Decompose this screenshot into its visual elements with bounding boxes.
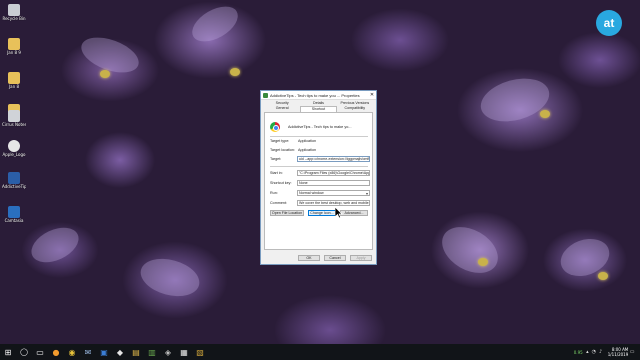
start-in-field[interactable]: "C:\Program Files (x86)\Google\Chrome\Ap… xyxy=(297,170,370,176)
app-name: AddictiveTips - Tech tips to make yo... xyxy=(288,125,352,129)
open-file-location-button[interactable]: Open File Location xyxy=(270,210,304,216)
ok-button[interactable]: OK xyxy=(298,255,320,261)
folder-icon xyxy=(8,38,20,50)
notes-icon xyxy=(8,110,20,122)
desktop-icon-label: Apple_Logo xyxy=(2,152,26,157)
target-location-label: Target location: xyxy=(270,148,296,152)
wallpaper-petal xyxy=(136,252,204,303)
cancel-button[interactable]: Cancel xyxy=(324,255,346,261)
close-icon[interactable]: ✕ xyxy=(368,92,376,98)
wallpaper-flower-center xyxy=(100,70,110,78)
shortcut-icon xyxy=(8,172,20,184)
wallpaper-petal xyxy=(186,0,244,49)
target-type-label: Target type: xyxy=(270,139,290,143)
desktop-icon-notes[interactable]: Cirrus Notes xyxy=(2,110,26,127)
wallpaper-flower-center xyxy=(478,258,488,266)
desktop-icon-label: Jan 8 xyxy=(9,84,19,89)
shortcut-properties-icon xyxy=(263,92,268,98)
clock[interactable]: 8:00 AM 1/11/2019 xyxy=(608,347,629,357)
mouse-cursor-icon xyxy=(335,207,343,219)
desktop-icon-label: Jan 8 9 xyxy=(7,50,21,55)
clock-date: 1/11/2019 xyxy=(607,352,629,357)
run-select[interactable]: Normal window xyxy=(297,190,370,196)
folder-icon xyxy=(8,72,20,84)
apply-button[interactable]: Apply xyxy=(350,255,372,261)
wallpaper-flower-center xyxy=(230,68,240,76)
target-field[interactable]: uid --app=chrome-extension://iggpmajh/om… xyxy=(297,156,370,162)
desktop-icon-addictivetips[interactable]: AddictiveTips - Tech tips xyxy=(2,172,26,189)
apple-icon xyxy=(8,140,20,152)
cpu-meter[interactable]: 0.95 xyxy=(574,350,583,355)
wallpaper-petal xyxy=(76,30,144,80)
logo-text: at xyxy=(603,16,615,30)
comment-field[interactable]: We cover the best desktop, web and mobil… xyxy=(297,200,370,206)
tray-chevron-icon[interactable]: ▴ xyxy=(586,349,589,355)
change-icon-button[interactable]: Change Icon... xyxy=(308,210,336,216)
system-tray: 0.95 ▴ ◔ ♪ 8:00 AM 1/11/2019 ▭ xyxy=(574,344,636,360)
divider xyxy=(270,136,368,137)
comment-label: Comment: xyxy=(270,201,288,205)
desktop-icon-label: Camtasia xyxy=(4,218,24,223)
taskbar-app-icon[interactable]: ▧ xyxy=(195,347,206,358)
properties-dialog: AddictiveTips - Tech tips to make you ..… xyxy=(260,90,377,265)
wallpaper-petal xyxy=(434,217,506,283)
target-location-value: Application xyxy=(298,148,317,152)
run-label: Run: xyxy=(270,191,278,195)
mail-icon[interactable]: ✉ xyxy=(83,347,94,358)
taskbar-app-icon[interactable]: ▤ xyxy=(131,347,142,358)
start-icon[interactable]: ⊞ xyxy=(3,347,14,358)
search-icon[interactable]: ◯ xyxy=(19,347,30,358)
addictivetips-logo: at xyxy=(596,10,622,36)
run-select-value: Normal window xyxy=(299,191,324,195)
wallpaper-petal xyxy=(476,71,554,129)
task-view-icon[interactable]: ▭ xyxy=(35,347,46,358)
chrome-icon[interactable] xyxy=(270,122,280,132)
taskbar-app-icon[interactable]: ● xyxy=(51,347,62,358)
volume-icon[interactable]: ♪ xyxy=(599,349,602,355)
shortcut-key-label: Shortcut key: xyxy=(270,181,292,185)
target-label: Target: xyxy=(270,157,282,161)
dialog-titlebar[interactable]: AddictiveTips - Tech tips to make you ..… xyxy=(261,91,376,100)
taskbar: ⊞ ◯ ▭ ● ◉ ✉ ▣ ◆ ▤ ▥ ◈ ▦ ▧ 0.95 ▴ ◔ ♪ 8:0… xyxy=(0,344,640,360)
desktop-icon-camtasia[interactable]: Camtasia xyxy=(2,206,26,223)
desktop-icon-label: Cirrus Notes xyxy=(2,122,26,127)
taskbar-app-icon[interactable]: ▦ xyxy=(179,347,190,358)
recycle-bin-icon xyxy=(8,4,20,16)
desktop-icon-label: Recycle Bin xyxy=(2,16,26,21)
desktop-icon-label: AddictiveTips - Tech tips xyxy=(2,184,26,189)
target-type-value: Application xyxy=(298,139,317,143)
desktop-icon-apple[interactable]: Apple_Logo xyxy=(2,140,26,157)
notifications-icon[interactable]: ▭ xyxy=(630,349,635,355)
network-icon[interactable]: ◔ xyxy=(592,349,596,355)
divider xyxy=(270,166,368,167)
taskbar-app-icon[interactable]: ◆ xyxy=(115,347,126,358)
desktop-icon-folder-2[interactable]: Jan 8 xyxy=(2,72,26,89)
taskbar-app-icon[interactable]: ▥ xyxy=(147,347,158,358)
shortcut-panel: AddictiveTips - Tech tips to make yo... … xyxy=(264,112,373,250)
camtasia-icon xyxy=(8,206,20,218)
desktop-icon-folder-1[interactable]: Jan 8 9 xyxy=(2,38,26,55)
dialog-title: AddictiveTips - Tech tips to make you ..… xyxy=(270,92,360,98)
chrome-taskbar-icon[interactable]: ◉ xyxy=(67,347,78,358)
wallpaper-flower-center xyxy=(598,272,608,280)
taskbar-app-icon[interactable]: ▣ xyxy=(99,347,110,358)
wallpaper-petal xyxy=(26,220,84,270)
app-header: AddictiveTips - Tech tips to make yo... xyxy=(270,122,352,132)
advanced-button[interactable]: Advanced... xyxy=(340,210,368,216)
shortcut-key-field[interactable]: None xyxy=(297,180,370,186)
desktop-icon-recycle-bin[interactable]: Recycle Bin xyxy=(2,4,26,21)
wallpaper-flower-center xyxy=(540,110,550,118)
start-in-label: Start in: xyxy=(270,171,283,175)
taskbar-app-icon[interactable]: ◈ xyxy=(163,347,174,358)
